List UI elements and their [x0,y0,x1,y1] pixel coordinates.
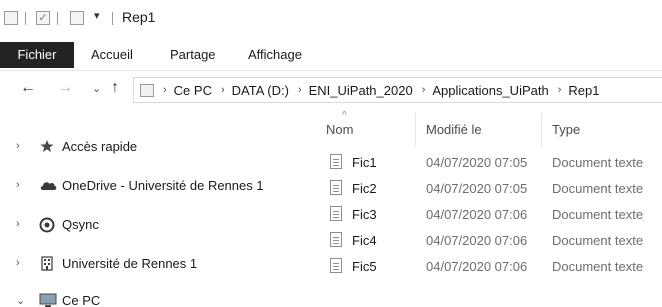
text-document-icon [330,206,342,221]
file-name: Fic3 [352,207,377,222]
file-type: Document texte [552,155,644,170]
checkmark-icon[interactable]: ✓ [36,11,50,25]
expand-chevron-icon[interactable]: › [16,140,20,152]
file-type: Document texte [552,207,644,222]
computer-icon [39,293,57,307]
breadcrumb-this-pc[interactable]: Ce PC [174,83,212,98]
nav-item-quick-access[interactable]: › Accès rapide [0,133,310,159]
table-row[interactable]: Fic2 04/07/2020 07:05 Document texte [310,177,662,199]
text-document-icon [330,258,342,273]
breadcrumb-separator-icon[interactable]: › [558,84,562,96]
tab-file[interactable]: Fichier [0,42,74,68]
breadcrumb-eni-uipath[interactable]: ENI_UiPath_2020 [309,83,413,98]
expand-chevron-icon[interactable]: › [16,179,20,191]
nav-item-label: Accès rapide [62,138,138,154]
column-header-name[interactable]: ^ Nom [310,109,416,149]
file-name: Fic2 [352,181,377,196]
table-row[interactable]: Fic1 04/07/2020 07:05 Document texte [310,151,662,173]
text-document-icon [330,154,342,169]
title-bar: ✓ ▾ Rep1 [0,0,662,37]
nav-item-universite-rennes[interactable]: › Université de Rennes 1 [0,250,310,276]
tab-view[interactable]: Affichage [248,42,302,68]
text-document-icon [330,180,342,195]
breadcrumb-applications-uipath[interactable]: Applications_UiPath [432,83,548,98]
breadcrumb-separator-icon[interactable]: › [221,84,225,96]
tab-share[interactable]: Partage [170,42,216,68]
pin-star-icon [39,139,55,153]
file-name: Fic4 [352,233,377,248]
nav-item-label: OneDrive - Université de Rennes 1 [62,177,264,193]
nav-item-label: Université de Rennes 1 [62,255,198,271]
window-title: Rep1 [122,9,156,25]
new-folder-icon[interactable] [70,11,84,25]
column-header-type[interactable]: Type [542,109,662,149]
address-bar[interactable]: › Ce PC › DATA (D:) › ENI_UiPath_2020 › … [133,77,662,103]
collapse-chevron-icon[interactable]: ⌄ [16,294,25,307]
column-header-label: Modifié le [426,122,482,137]
text-document-icon [330,232,342,247]
navigation-pane: › Accès rapide › OneDrive - Université d… [0,109,310,307]
column-header-label: Nom [326,122,354,137]
file-type: Document texte [552,259,644,274]
cloud-icon [39,178,57,192]
nav-item-qsync[interactable]: › Qsync [0,211,310,237]
nav-item-label: Ce PC [62,292,101,307]
folder-icon [140,83,154,97]
tab-home[interactable]: Accueil [91,42,133,68]
file-name: Fic5 [352,259,377,274]
file-name: Fic1 [352,155,377,170]
file-modified: 04/07/2020 07:06 [426,207,528,222]
breadcrumb-data-drive[interactable]: DATA (D:) [232,83,289,98]
quick-access-separator [25,12,26,25]
nav-item-label: Qsync [62,216,99,232]
navigation-bar: ← → ⌄ ↑ › Ce PC › DATA (D:) › ENI_UiPath… [0,71,662,109]
properties-icon[interactable] [4,11,18,25]
explorer-window: ✓ ▾ Rep1 Fichier Accueil Partage Afficha… [0,0,662,307]
quick-access-dropdown-icon[interactable]: ▾ [94,9,100,22]
file-list: ^ Nom Modifié le Type Fic1 04/07/2020 07… [310,109,662,307]
forward-arrow-icon[interactable]: → [57,79,73,97]
file-modified: 04/07/2020 07:05 [426,155,528,170]
nav-item-onedrive[interactable]: › OneDrive - Université de Rennes 1 [0,172,310,198]
column-header-label: Type [552,122,581,137]
file-type: Document texte [552,181,644,196]
breadcrumb-separator-icon[interactable]: › [298,84,302,96]
up-arrow-icon[interactable]: ↑ [111,79,119,97]
recent-locations-chevron-icon[interactable]: ⌄ [92,82,101,95]
file-modified: 04/07/2020 07:06 [426,233,528,248]
file-modified: 04/07/2020 07:06 [426,259,528,274]
ribbon-tabs: Fichier Accueil Partage Affichage [0,37,662,71]
quick-access-separator [112,12,113,25]
building-icon [39,256,55,271]
nav-item-this-pc[interactable]: ⌄ Ce PC [0,287,310,307]
expand-chevron-icon[interactable]: › [16,257,20,269]
file-modified: 04/07/2020 07:05 [426,181,528,196]
table-row[interactable]: Fic4 04/07/2020 07:06 Document texte [310,229,662,251]
breadcrumb-rep1[interactable]: Rep1 [568,83,599,98]
sort-ascending-icon: ^ [342,110,347,121]
expand-chevron-icon[interactable]: › [16,218,20,230]
qsync-icon [39,217,55,233]
quick-access-separator [57,12,58,25]
breadcrumb-separator-icon[interactable]: › [422,84,426,96]
breadcrumb-separator-icon[interactable]: › [163,84,167,96]
column-header-modified[interactable]: Modifié le [416,109,542,149]
table-row[interactable]: Fic5 04/07/2020 07:06 Document texte [310,255,662,277]
back-arrow-icon[interactable]: ← [20,79,36,97]
table-row[interactable]: Fic3 04/07/2020 07:06 Document texte [310,203,662,225]
file-type: Document texte [552,233,644,248]
